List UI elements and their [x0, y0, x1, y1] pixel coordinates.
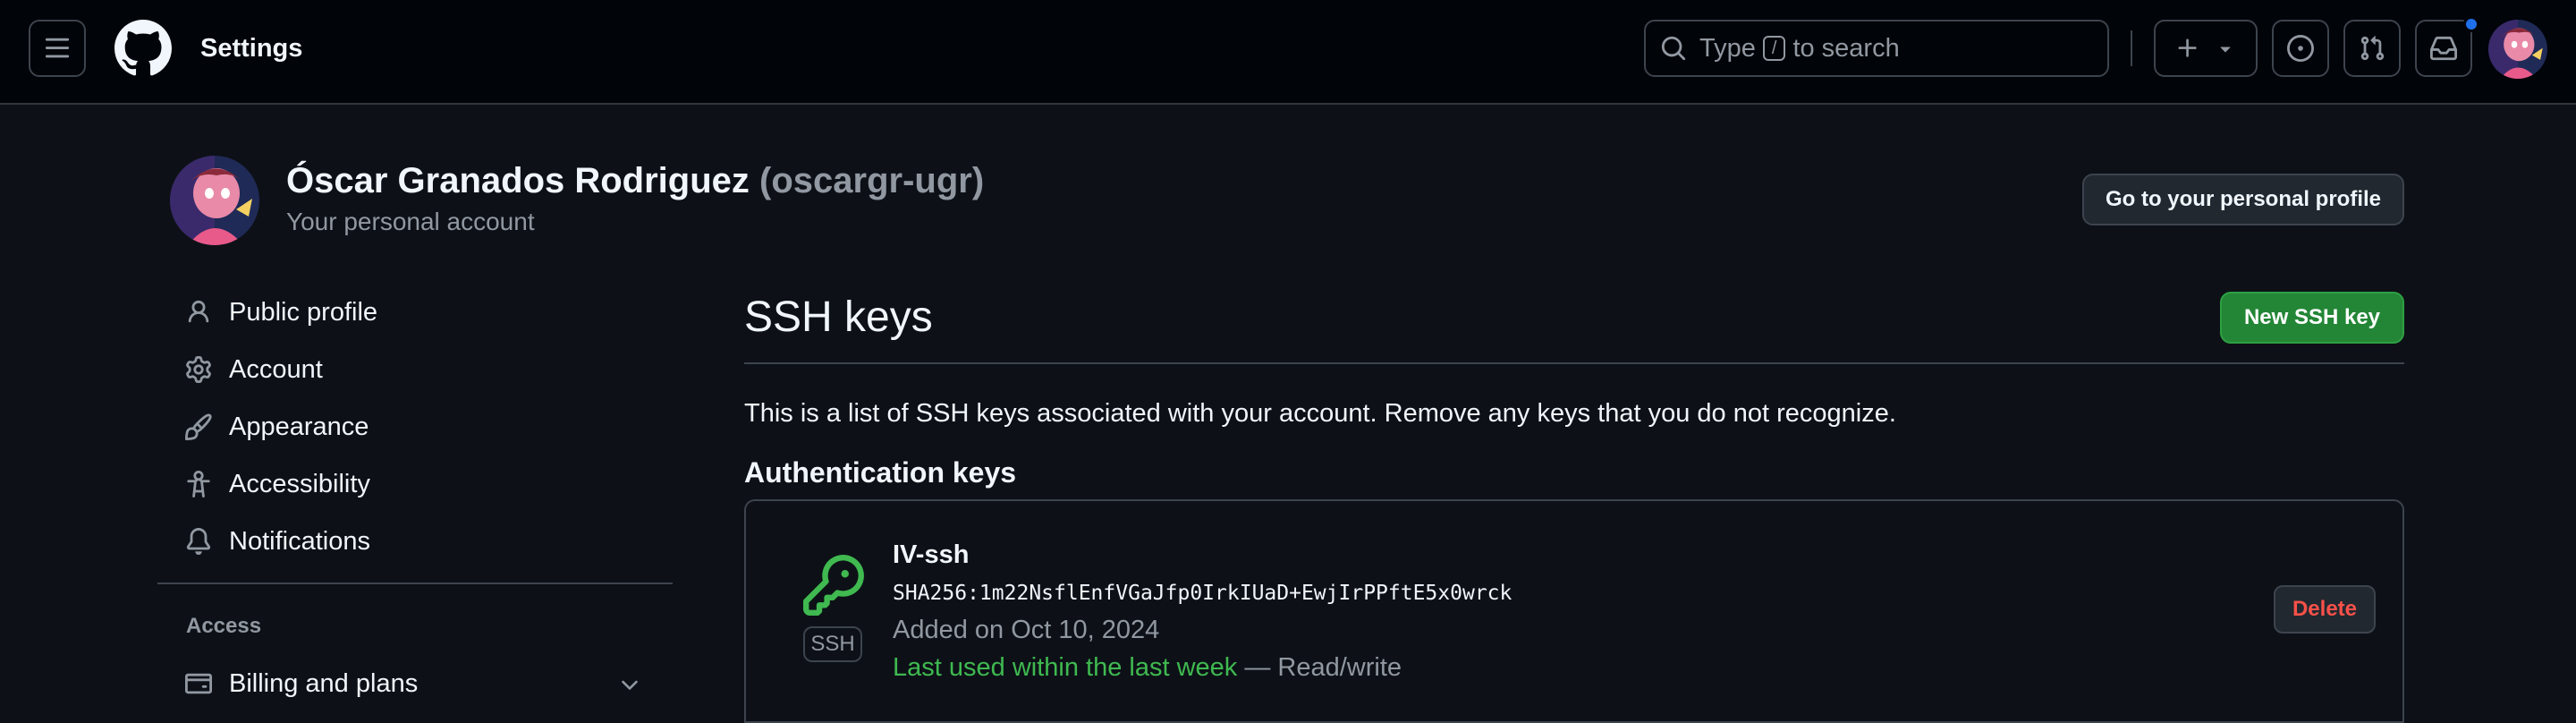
profile-avatar: [170, 156, 259, 245]
key-added-date: Added on Oct 10, 2024: [893, 616, 1160, 644]
key-last-used: Last used within the last week: [893, 653, 1238, 682]
person-icon: [184, 298, 213, 327]
key-fingerprint: SHA256:1m22NsflEnfVGaJfp0IrkIUaD+EwjIrPP…: [893, 582, 1513, 605]
search-suffix: to search: [1792, 33, 1900, 63]
paintbrush-icon: [184, 413, 213, 441]
accessibility-icon: [184, 470, 213, 498]
context-title[interactable]: Settings: [200, 30, 302, 66]
sidebar-item-label: Billing and plans: [229, 668, 419, 698]
delete-key-button[interactable]: Delete: [2274, 585, 2376, 634]
github-logo-icon[interactable]: [114, 20, 172, 77]
avatar-image: [170, 156, 259, 245]
git-pull-request-icon: [2360, 36, 2385, 61]
header-divider: [2131, 30, 2132, 66]
full-name: Óscar Granados Rodriguez: [286, 161, 750, 200]
key-access-level: — Read/write: [1237, 653, 1402, 682]
menu-button[interactable]: [29, 20, 86, 77]
sidebar-item-label: Appearance: [229, 412, 369, 441]
ssh-key-item: [744, 499, 2404, 723]
key-usage: Last used within the last week — Read/wr…: [893, 651, 1402, 684]
sidebar-item-label: Public profile: [229, 297, 378, 327]
inbox-icon: [2430, 36, 2457, 61]
pull-requests-button[interactable]: [2343, 20, 2401, 77]
go-to-profile-button[interactable]: Go to your personal profile: [2082, 174, 2404, 225]
issues-button[interactable]: [2272, 20, 2329, 77]
ssh-badge: SSH: [803, 626, 862, 662]
search-input[interactable]: Type / to search: [1644, 20, 2109, 77]
plus-icon: [2178, 38, 2197, 57]
sidebar-item-appearance[interactable]: Appearance: [157, 400, 673, 454]
sidebar-item-billing[interactable]: Billing and plans: [157, 657, 673, 710]
key-icon: [803, 555, 864, 616]
account-type: Your personal account: [286, 208, 535, 235]
sidebar-heading-access: Access: [186, 614, 262, 638]
credit-card-icon: [184, 669, 213, 698]
top-header: Settings Type / to search: [0, 0, 2576, 105]
profile-name: Óscar Granados Rodriguez (oscargr-ugr): [286, 159, 984, 202]
new-ssh-key-button[interactable]: New SSH key: [2220, 292, 2404, 344]
notification-indicator: [2463, 16, 2479, 32]
sidebar-item-label: Notifications: [229, 526, 370, 556]
page-title: SSH keys: [744, 293, 933, 341]
key-title: IV-ssh: [893, 540, 970, 569]
sidebar-item-notifications[interactable]: Notifications: [157, 515, 673, 568]
chevron-down-icon[interactable]: [617, 673, 642, 698]
sidebar-item-accessibility[interactable]: Accessibility: [157, 457, 673, 511]
title-divider: [744, 362, 2404, 364]
create-new-button[interactable]: [2154, 20, 2258, 77]
avatar-image: [2488, 20, 2547, 79]
sidebar-item-label: Account: [229, 354, 323, 384]
bell-icon: [184, 527, 213, 556]
sidebar-item-label: Accessibility: [229, 469, 370, 498]
triangle-down-icon: [2220, 47, 2231, 53]
avatar[interactable]: [2488, 20, 2547, 79]
sidebar-divider: [157, 583, 673, 584]
section-heading: Authentication keys: [744, 456, 1017, 489]
intro-text: This is a list of SSH keys associated wi…: [744, 399, 1896, 428]
search-icon: [1661, 36, 1686, 61]
username[interactable]: (oscargr-ugr): [759, 161, 984, 200]
sidebar-item-public-profile[interactable]: Public profile: [157, 285, 673, 339]
menu-icon: [45, 38, 70, 58]
issue-opened-icon: [2287, 35, 2314, 62]
gear-icon: [184, 355, 213, 384]
search-prefix: Type: [1699, 33, 1756, 63]
search-shortcut-key: /: [1762, 36, 1786, 61]
sidebar-item-account[interactable]: Account: [157, 343, 673, 396]
